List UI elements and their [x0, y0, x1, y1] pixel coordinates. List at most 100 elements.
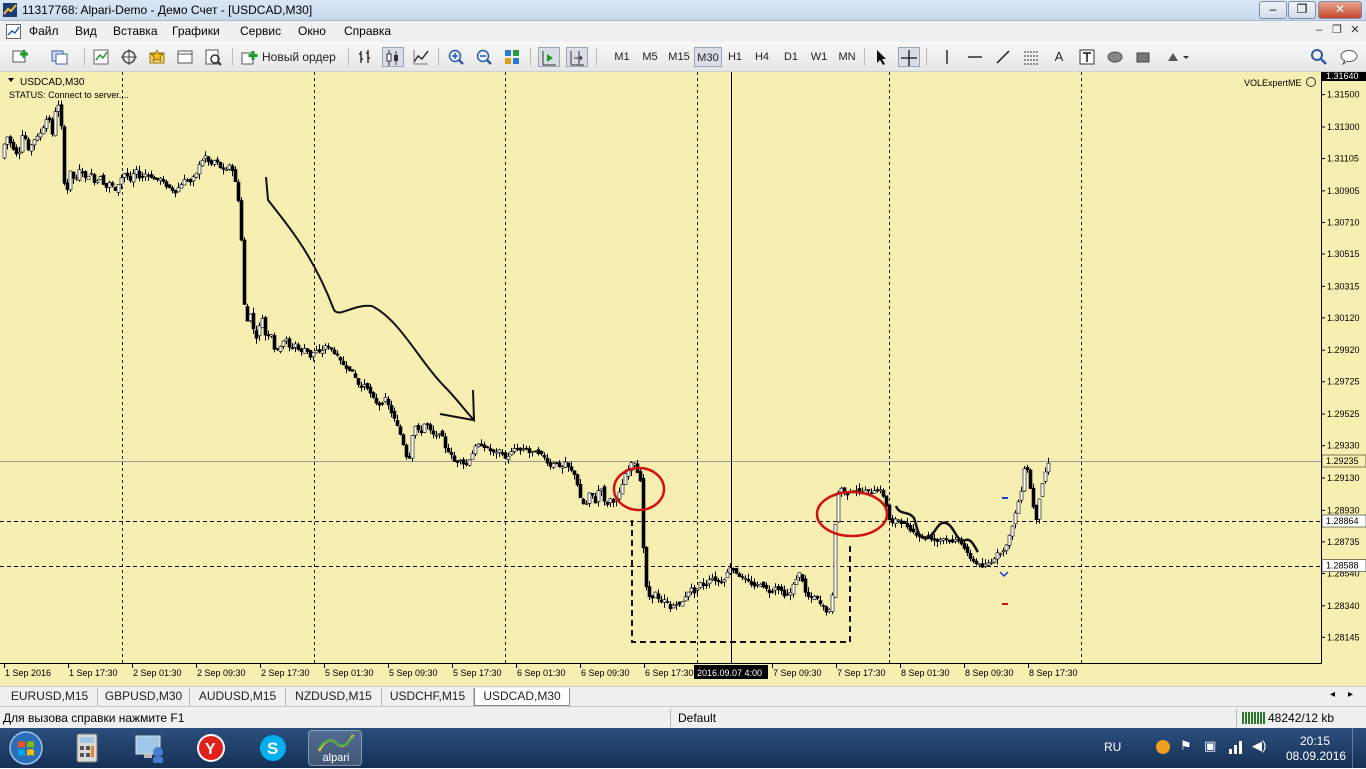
line-chart-icon[interactable] — [410, 47, 432, 67]
timeframe-m30[interactable]: M30 — [694, 47, 722, 67]
candle-body — [356, 378, 361, 385]
trendline-icon[interactable] — [992, 47, 1014, 67]
cursor-icon[interactable] — [870, 47, 892, 67]
tab-audusd-m15[interactable]: AUDUSD,M15 — [190, 688, 286, 706]
timeframe-w1[interactable]: W1 — [806, 47, 832, 67]
strategy-tester-icon[interactable] — [202, 47, 224, 67]
tray-volume-icon[interactable]: ◀) — [1252, 738, 1266, 754]
candle-body — [653, 591, 658, 598]
tab-scroll-left-icon[interactable]: ◂ — [1330, 689, 1335, 700]
timeframe-h1[interactable]: H1 — [723, 47, 747, 67]
mdi-close-icon[interactable]: ✕ — [1348, 24, 1362, 38]
candle-body — [224, 168, 229, 171]
candle-body — [1007, 535, 1012, 546]
close-button[interactable]: ✕ — [1318, 1, 1362, 19]
market-watch-icon[interactable] — [90, 47, 112, 67]
candle-body — [413, 425, 418, 436]
navigator-icon[interactable] — [118, 47, 140, 67]
more-objects-icon[interactable] — [1162, 47, 1192, 67]
chart-window[interactable]: 1.31500 1.31300 1.31105 1.30905 1.30710 1.305… — [0, 72, 1366, 686]
profiles-icon[interactable] — [46, 47, 74, 67]
timeframe-m15[interactable]: M15 — [665, 47, 693, 67]
timeframe-d1[interactable]: D1 — [779, 47, 803, 67]
timeframe-m5[interactable]: M5 — [638, 47, 662, 67]
tray-signal-icon[interactable] — [1228, 740, 1244, 754]
mdi-minimize-icon[interactable]: – — [1312, 24, 1326, 38]
tray-network-icon[interactable] — [1156, 740, 1170, 754]
new-order-button[interactable]: Новый ордер — [238, 47, 340, 67]
price-chart[interactable]: 1.31500 1.31300 1.31105 1.30905 1.30710 1.305… — [0, 72, 1366, 686]
tray-flag-icon[interactable]: ⚑ — [1180, 738, 1192, 754]
tile-windows-icon[interactable] — [501, 47, 523, 67]
timeframe-mn[interactable]: MN — [834, 47, 860, 67]
tab-usdcad-m30[interactable]: USDCAD,M30 — [474, 688, 570, 706]
candle-body — [707, 579, 712, 585]
candle-body — [347, 366, 352, 371]
candle-body — [38, 132, 43, 138]
zoom-out-icon[interactable] — [473, 47, 495, 67]
maximize-button[interactable]: ❐ — [1288, 1, 1316, 19]
candle-body — [71, 171, 76, 179]
menu-charts[interactable]: Графики — [172, 24, 220, 38]
taskbar-yandex-browser[interactable]: Y — [184, 730, 238, 766]
taskbar-remote-desktop[interactable] — [122, 730, 176, 766]
menu-tools[interactable]: Сервис — [240, 24, 281, 38]
terminal-icon[interactable] — [174, 47, 196, 67]
menu-window[interactable]: Окно — [298, 24, 326, 38]
tab-nzdusd-m15[interactable]: NZDUSD,M15 — [286, 688, 382, 706]
candle-body — [119, 177, 124, 185]
taskbar-skype[interactable]: S — [246, 730, 300, 766]
candle-body — [608, 498, 613, 504]
candle-body — [50, 119, 55, 135]
timeframe-h4[interactable]: H4 — [750, 47, 774, 67]
candle-body — [647, 586, 652, 597]
menu-file[interactable]: Файл — [29, 24, 59, 38]
bar-chart-icon[interactable] — [354, 47, 376, 67]
clock-time[interactable]: 20:15 — [1300, 734, 1330, 748]
candle-body — [149, 174, 154, 178]
tab-usdchf-m15[interactable]: USDCHF,M15 — [382, 688, 474, 706]
candle-body — [308, 349, 313, 358]
favorites-icon[interactable] — [146, 47, 168, 67]
input-language[interactable]: RU — [1104, 740, 1121, 754]
minimize-button[interactable]: – — [1259, 1, 1287, 19]
chart-shift-icon[interactable] — [566, 47, 588, 67]
tab-eurusd-m15[interactable]: EURUSD,M15 — [2, 688, 98, 706]
windows-start-icon[interactable] — [6, 730, 46, 766]
candle-body — [134, 169, 139, 175]
candle-body — [215, 159, 220, 163]
zoom-in-icon[interactable] — [445, 47, 467, 67]
autoscroll-icon[interactable] — [538, 47, 560, 67]
candle-body — [359, 385, 364, 388]
candle-body — [671, 604, 676, 609]
tab-gbpusd-m30[interactable]: GBPUSD,M30 — [98, 688, 190, 706]
tray-device-icon[interactable]: ▣ — [1204, 738, 1216, 754]
menu-insert[interactable]: Вставка — [113, 24, 158, 38]
show-desktop-button[interactable] — [1352, 728, 1366, 768]
mdi-restore-icon[interactable]: ❐ — [1330, 24, 1344, 38]
timeframe-m1[interactable]: M1 — [610, 47, 634, 67]
rectangle-icon[interactable] — [1132, 47, 1154, 67]
equidistant-channel-icon[interactable] — [1020, 47, 1042, 67]
text-label-icon[interactable] — [1076, 47, 1098, 67]
crosshair-icon[interactable] — [898, 47, 920, 67]
taskbar-alpari-terminal[interactable]: alpari — [308, 730, 362, 766]
ellipse-icon[interactable] — [1104, 47, 1126, 67]
time-tick-label: 5 Sep 09:30 — [389, 668, 438, 678]
clock-date[interactable]: 08.09.2016 — [1286, 749, 1346, 763]
search-icon[interactable] — [1308, 47, 1330, 67]
chat-icon[interactable] — [1338, 47, 1360, 67]
text-icon[interactable]: A — [1048, 47, 1070, 67]
horizontal-line-icon[interactable] — [964, 47, 986, 67]
menu-help[interactable]: Справка — [344, 24, 391, 38]
candle-body — [383, 397, 388, 402]
candle-body — [965, 546, 970, 554]
candlestick-chart-icon[interactable] — [382, 47, 404, 67]
candle-body — [431, 430, 436, 435]
candle-body — [272, 335, 277, 350]
menu-view[interactable]: Вид — [75, 24, 97, 38]
vertical-line-icon[interactable] — [936, 47, 958, 67]
new-chart-icon[interactable] — [8, 47, 36, 67]
tab-scroll-right-icon[interactable]: ▸ — [1348, 689, 1353, 700]
taskbar-calculator[interactable] — [60, 730, 114, 766]
